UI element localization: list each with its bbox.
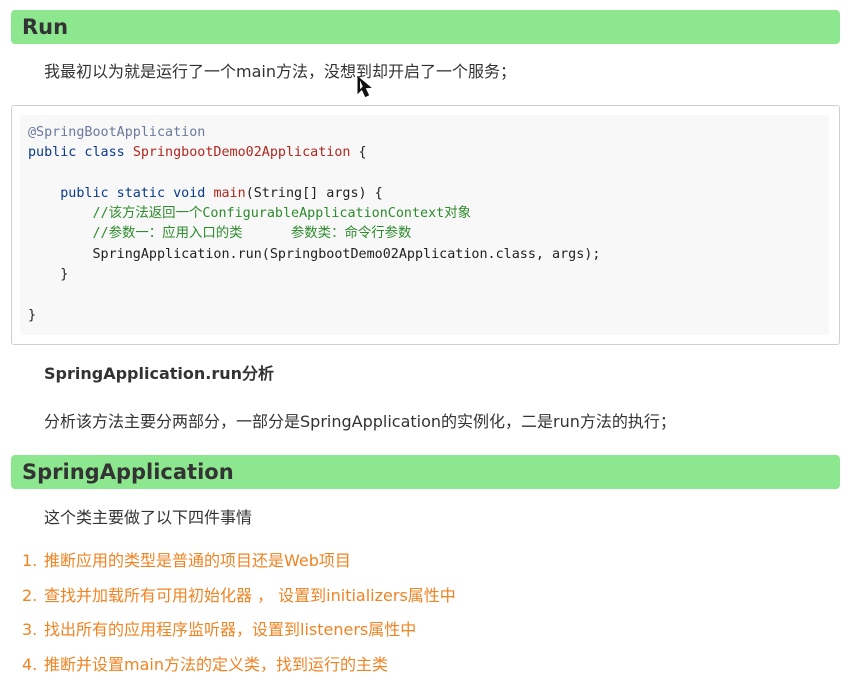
code-token: } — [28, 307, 37, 323]
list-item: 3. 找出所有的应用程序监听器，设置到listeners属性中 — [22, 616, 456, 651]
list-number: 4. — [22, 654, 38, 674]
code-line: @SpringBootApplication — [28, 123, 600, 143]
list-number: 1. — [22, 551, 38, 570]
section-heading-run-text: Run — [22, 15, 69, 39]
code-token: { — [350, 145, 367, 161]
section-heading-run: Run — [11, 10, 840, 44]
code-token: //该方法返回一个ConfigurableApplicationContext对… — [28, 206, 471, 222]
list-item-text: 推断应用的类型是普通的项目还是Web项目 — [44, 551, 351, 570]
steps-list: 1. 推断应用的类型是普通的项目还是Web项目 2. 查找并加载所有可用初始化器 ，… — [22, 547, 456, 685]
list-item-text: 查找并加载所有可用初始化器 ， 设置到initializers属性中 — [44, 585, 456, 605]
section-heading-springapplication-text: SpringApplication — [22, 460, 234, 484]
code-line: //参数一：应用入口的类 参数类：命令行参数 — [28, 224, 600, 244]
list-item: 2. 查找并加载所有可用初始化器 ， 设置到initializers属性中 — [22, 582, 456, 617]
analysis-paragraph: 分析该方法主要分两部分，一部分是SpringApplication的实例化，二是… — [44, 412, 676, 431]
code-token: //参数一：应用入口的类 参数类：命令行参数 — [28, 226, 412, 242]
list-number: 3. — [22, 620, 38, 639]
code-token: SpringApplication.run(SpringbootDemo02Ap… — [28, 246, 601, 262]
springapplication-intro: 这个类主要做了以下四件事情 — [44, 508, 253, 527]
code-token: public static void — [28, 185, 214, 201]
intro-paragraph: 我最初以为就是运行了一个main方法，没想到却开启了一个服务； — [44, 62, 516, 81]
code-token: public class — [28, 145, 133, 161]
section-heading-springapplication: SpringApplication — [11, 455, 840, 489]
code-token: (String[] args) { — [245, 185, 383, 201]
list-item: 1. 推断应用的类型是普通的项目还是Web项目 — [22, 547, 456, 582]
code-line: public class SpringbootDemo02Application… — [28, 143, 600, 163]
list-item-text: 找出所有的应用程序监听器，设置到listeners属性中 — [44, 620, 417, 639]
list-item: 4. 推断并设置main方法的定义类，找到运行的主类 — [22, 651, 456, 686]
list-item-text: 推断并设置main方法的定义类，找到运行的主类 — [44, 654, 388, 674]
analysis-heading: SpringApplication.run分析 — [44, 364, 275, 383]
mouse-pointer-icon — [357, 76, 372, 98]
code-line: } — [28, 306, 600, 326]
code-token: @SpringBootApplication — [28, 125, 206, 140]
code-line: SpringApplication.run(SpringbootDemo02Ap… — [28, 245, 600, 265]
code-token: SpringbootDemo02Application — [132, 145, 351, 161]
list-number: 2. — [22, 585, 38, 605]
code-line: } — [28, 265, 600, 285]
code-token: main — [213, 185, 246, 201]
code-line: //该方法返回一个ConfigurableApplicationContext对… — [28, 204, 600, 224]
code-content: @SpringBootApplication public class Sprin… — [28, 123, 600, 326]
code-token: } — [28, 267, 69, 283]
code-line: public static void main(String[] args) { — [28, 184, 600, 204]
